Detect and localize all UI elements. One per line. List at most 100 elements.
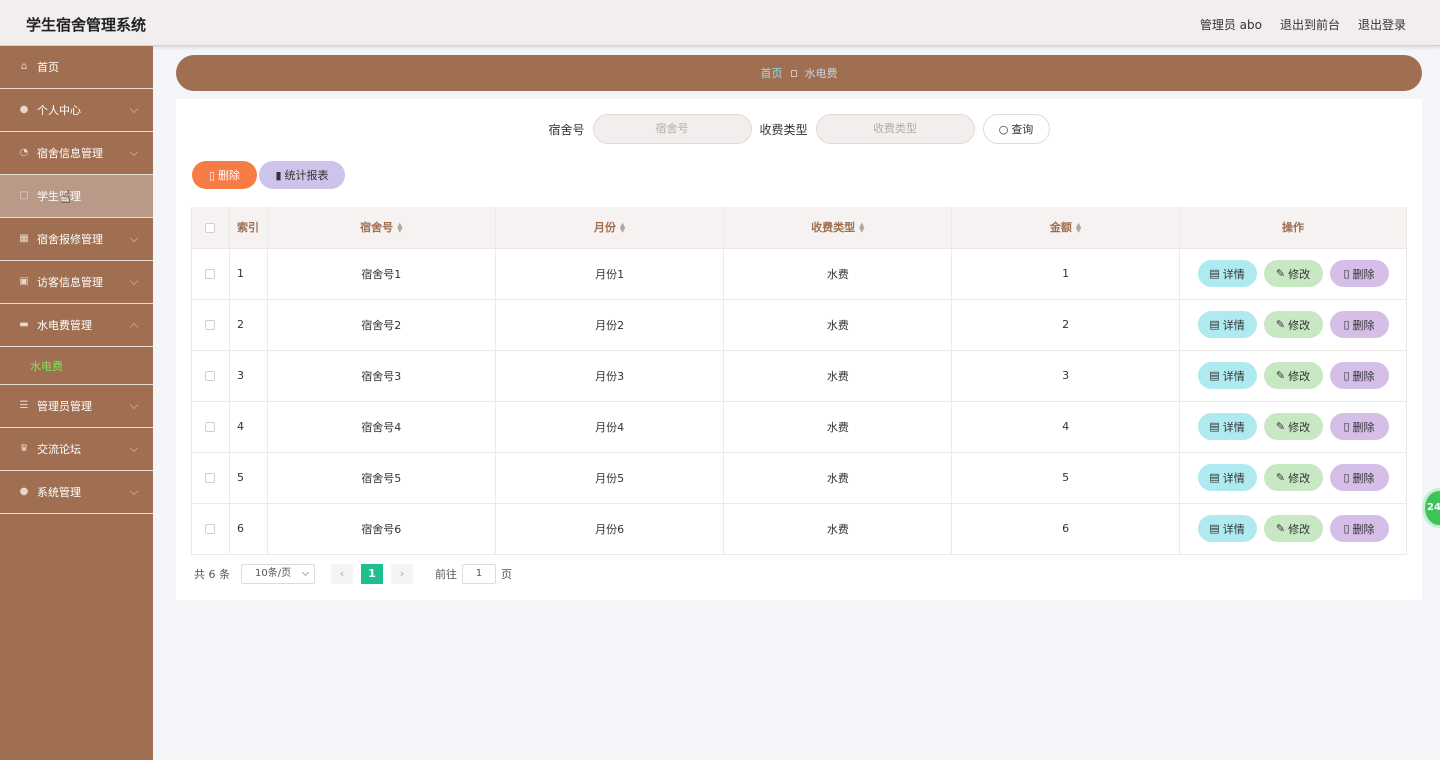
row-select-cell bbox=[191, 299, 230, 351]
prev-page-button[interactable]: ‹ bbox=[331, 564, 353, 584]
select-all-cell bbox=[191, 207, 230, 249]
table-row: 5 宿舍号5 月份5 水费 5 ▤ 详情 ✎ 修改 ▯ 删除 bbox=[191, 452, 1407, 504]
row-delete-button[interactable]: ▯ 删除 bbox=[1329, 413, 1389, 440]
row-delete-button[interactable]: ▯ 删除 bbox=[1329, 362, 1389, 389]
table-row: 2 宿舍号2 月份2 水费 2 ▤ 详情 ✎ 修改 ▯ 删除 bbox=[191, 299, 1407, 351]
trophy-icon: ♛ bbox=[19, 443, 29, 454]
goto-page-input[interactable]: 1 bbox=[462, 564, 496, 584]
cell-dorm: 宿舍号2 bbox=[267, 299, 496, 351]
row-checkbox[interactable] bbox=[205, 422, 216, 432]
sidebar-item-home[interactable]: ⌂ 首页 bbox=[0, 46, 153, 89]
row-delete-label: 删除 bbox=[1352, 267, 1375, 281]
clock-icon: ◔ bbox=[19, 147, 29, 158]
cell-fee-type: 水费 bbox=[723, 452, 953, 504]
row-delete-button[interactable]: ▯ 删除 bbox=[1329, 515, 1389, 542]
sidebar-item-label: 水电费管理 bbox=[37, 319, 92, 332]
fee-table: 索引 宿舍号 ▲ ▼ 月份 ▲ ▼ 收费类型 ▲ ▼ 金额 ▲ ▼ 操作 1 宿舍号1 月份1 水费 1… bbox=[191, 207, 1407, 555]
sidebar: ⌂ 首页 ● 个人中心 ◔ 宿舍信息管理 ▢ 学生管理 ▦ 宿舍报修管理 ▣ 访… bbox=[0, 46, 153, 760]
chevron-down-icon bbox=[301, 568, 310, 577]
fee-type-search-input[interactable]: 收费类型 bbox=[815, 114, 975, 144]
sidebar-item-admins[interactable]: ☰ 管理员管理 bbox=[0, 385, 153, 428]
sidebar-item-dorm-info[interactable]: ◔ 宿舍信息管理 bbox=[0, 132, 153, 175]
query-button[interactable]: ○ 查询 bbox=[982, 114, 1050, 144]
col-fee-type-label: 收费类型 bbox=[811, 221, 856, 235]
bulk-delete-button[interactable]: ▯ 删除 bbox=[192, 161, 257, 189]
chevron-up-icon bbox=[129, 322, 139, 332]
dorm-search-input[interactable]: 宿舍号 bbox=[592, 114, 752, 144]
edit-label: 修改 bbox=[1288, 267, 1311, 281]
row-checkbox[interactable] bbox=[205, 320, 216, 330]
sidebar-item-forum[interactable]: ♛ 交流论坛 bbox=[0, 428, 153, 471]
col-month[interactable]: 月份 ▲ ▼ bbox=[495, 207, 725, 249]
edit-button[interactable]: ✎ 修改 bbox=[1263, 413, 1323, 440]
cell-amount: 6 bbox=[951, 503, 1180, 555]
frontend-link[interactable]: 退出到前台 bbox=[1280, 16, 1340, 33]
row-select-cell bbox=[191, 503, 230, 555]
sidebar-item-utility[interactable]: ▬ 水电费管理 bbox=[0, 304, 153, 347]
floating-badge[interactable]: 24 bbox=[1422, 488, 1440, 528]
select-all-checkbox[interactable] bbox=[205, 222, 216, 233]
page-number-current[interactable]: 1 bbox=[361, 564, 383, 584]
logout-link[interactable]: 退出登录 bbox=[1358, 16, 1406, 33]
action-buttons: ▯ 删除 ▮ 统计报表 bbox=[192, 161, 345, 189]
row-actions: ▤ 详情 ✎ 修改 ▯ 删除 bbox=[1180, 260, 1406, 287]
edit-button[interactable]: ✎ 修改 bbox=[1263, 311, 1323, 338]
cell-amount: 5 bbox=[951, 452, 1180, 504]
row-delete-button[interactable]: ▯ 删除 bbox=[1329, 311, 1389, 338]
edit-button[interactable]: ✎ 修改 bbox=[1263, 260, 1323, 287]
col-dorm-label: 宿舍号 bbox=[360, 221, 394, 235]
row-delete-button[interactable]: ▯ 删除 bbox=[1329, 464, 1389, 491]
fee-type-label: 收费类型 bbox=[759, 122, 808, 137]
edit-button[interactable]: ✎ 修改 bbox=[1263, 362, 1323, 389]
row-checkbox[interactable] bbox=[205, 371, 216, 381]
detail-label: 详情 bbox=[1222, 522, 1245, 536]
total-count: 共 6 条 bbox=[194, 568, 230, 581]
edit-button[interactable]: ✎ 修改 bbox=[1263, 515, 1323, 542]
square-icon: ▢ bbox=[19, 190, 29, 201]
bulk-delete-label: 删除 bbox=[218, 169, 241, 182]
col-index: 索引 bbox=[229, 207, 268, 249]
edit-label: 修改 bbox=[1288, 522, 1311, 536]
sidebar-item-students[interactable]: ▢ 学生管理 bbox=[0, 175, 153, 218]
col-amount[interactable]: 金额 ▲ ▼ bbox=[951, 207, 1180, 249]
detail-button[interactable]: ▤ 详情 bbox=[1197, 260, 1257, 287]
top-header: 学生宿舍管理系统 管理员 abo 退出到前台 退出登录 bbox=[0, 0, 1440, 46]
row-checkbox[interactable] bbox=[205, 473, 216, 483]
next-page-button[interactable]: › bbox=[391, 564, 413, 584]
sidebar-subitem-utility-fee[interactable]: 水电费 bbox=[0, 347, 153, 385]
document-icon: ▤ bbox=[1209, 471, 1220, 484]
cell-month: 月份1 bbox=[495, 248, 725, 300]
cell-ops: ▤ 详情 ✎ 修改 ▯ 删除 bbox=[1179, 350, 1407, 402]
bar-chart-icon: ▮ bbox=[275, 168, 282, 182]
page-size-select[interactable]: 10条/页 bbox=[241, 564, 315, 584]
row-select-cell bbox=[191, 452, 230, 504]
pagination: 共 6 条 10条/页 ‹ 1 › 前往 1 页 bbox=[194, 564, 512, 584]
sidebar-item-repair[interactable]: ▦ 宿舍报修管理 bbox=[0, 218, 153, 261]
table-row: 6 宿舍号6 月份6 水费 6 ▤ 详情 ✎ 修改 ▯ 删除 bbox=[191, 503, 1407, 555]
detail-button[interactable]: ▤ 详情 bbox=[1197, 464, 1257, 491]
col-dorm[interactable]: 宿舍号 ▲ ▼ bbox=[267, 207, 496, 249]
sidebar-item-system[interactable]: ● 系统管理 bbox=[0, 471, 153, 514]
cell-ops: ▤ 详情 ✎ 修改 ▯ 删除 bbox=[1179, 401, 1407, 453]
edit-button[interactable]: ✎ 修改 bbox=[1263, 464, 1323, 491]
chevron-down-icon bbox=[129, 400, 139, 410]
sidebar-item-visitors[interactable]: ▣ 访客信息管理 bbox=[0, 261, 153, 304]
chevron-down-icon bbox=[129, 276, 139, 286]
row-delete-button[interactable]: ▯ 删除 bbox=[1329, 260, 1389, 287]
detail-button[interactable]: ▤ 详情 bbox=[1197, 515, 1257, 542]
detail-label: 详情 bbox=[1222, 267, 1245, 281]
stats-report-button[interactable]: ▮ 统计报表 bbox=[259, 161, 345, 189]
bulb-icon: ● bbox=[19, 486, 29, 497]
sort-icon: ▲ ▼ bbox=[397, 221, 403, 235]
detail-button[interactable]: ▤ 详情 bbox=[1197, 413, 1257, 440]
col-fee-type[interactable]: 收费类型 ▲ ▼ bbox=[723, 207, 953, 249]
breadcrumb-home[interactable]: 首页 bbox=[761, 65, 783, 81]
sidebar-item-profile[interactable]: ● 个人中心 bbox=[0, 89, 153, 132]
detail-button[interactable]: ▤ 详情 bbox=[1197, 362, 1257, 389]
detail-button[interactable]: ▤ 详情 bbox=[1197, 311, 1257, 338]
row-checkbox[interactable] bbox=[205, 524, 216, 534]
row-checkbox[interactable] bbox=[205, 269, 216, 279]
user-icon: ● bbox=[19, 104, 29, 115]
table-row: 1 宿舍号1 月份1 水费 1 ▤ 详情 ✎ 修改 ▯ 删除 bbox=[191, 248, 1407, 300]
sort-icon: ▲ ▼ bbox=[859, 221, 865, 235]
